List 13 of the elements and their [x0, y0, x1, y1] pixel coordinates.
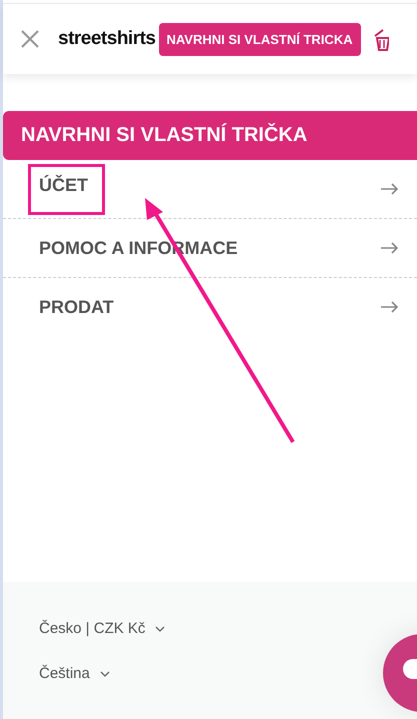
menu-item[interactable]: ÚČET: [28, 164, 105, 214]
dropdown-selector[interactable]: Česko | CZK Kč: [39, 620, 146, 637]
arrow-right-icon[interactable]: [381, 242, 399, 254]
menu-banner[interactable]: NAVRHNI SI VLASTNÍ TRIČKA: [3, 111, 417, 160]
design-button[interactable]: NAVRHNI SI VLASTNÍ TRICKA: [158, 22, 361, 56]
arrow-right-icon[interactable]: [381, 301, 399, 313]
close-icon[interactable]: [20, 29, 40, 49]
arrow-right-icon[interactable]: [381, 183, 399, 195]
dropdown-selector[interactable]: Čeština: [39, 665, 90, 682]
chevron-down-icon[interactable]: [100, 670, 110, 676]
logo[interactable]: streetshirts: [58, 28, 156, 50]
chevron-down-icon[interactable]: [155, 626, 166, 632]
menu-item[interactable]: PRODAT: [39, 288, 114, 326]
